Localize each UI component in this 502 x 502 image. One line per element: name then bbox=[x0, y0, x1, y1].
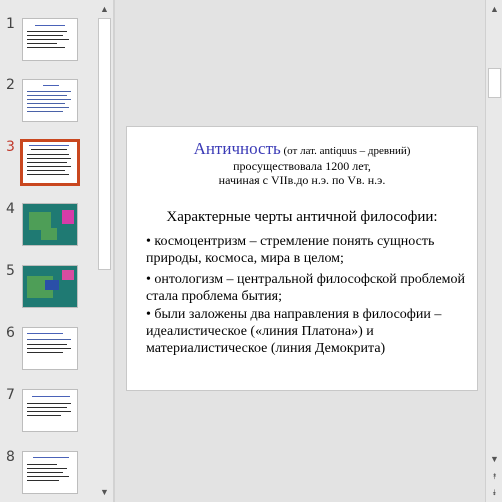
slide-editing-canvas: Античность (от лат. antiquus – древний) … bbox=[115, 0, 485, 502]
thumbnail-row-6[interactable]: 6 bbox=[0, 325, 96, 381]
bullet-item: • космоцентризм – стремление понять сущн… bbox=[146, 234, 435, 266]
slide-thumbnail-2[interactable] bbox=[22, 79, 78, 122]
thumbnail-number: 8 bbox=[6, 449, 15, 465]
slide[interactable]: Античность (от лат. antiquus – древний) … bbox=[126, 126, 478, 391]
slide-thumbnail-7[interactable] bbox=[22, 389, 78, 432]
thumbnail-row-4[interactable]: 4 bbox=[0, 201, 96, 257]
canvas-scrollbar[interactable]: ▲ ▼ ⯭ ⯯ bbox=[485, 0, 502, 502]
thumbnail-scrollbar[interactable]: ▲ ▼ bbox=[96, 0, 113, 502]
slide-thumbnail-5[interactable] bbox=[22, 265, 78, 308]
thumbnail-number: 2 bbox=[6, 77, 15, 93]
slide-thumbnail-pane: 1 2 3 4 5 6 7 8 bbox=[0, 0, 96, 502]
slide-thumbnail-6[interactable] bbox=[22, 327, 78, 370]
thumbnail-number: 3 bbox=[6, 139, 15, 155]
thumbnail-row-7[interactable]: 7 bbox=[0, 387, 96, 443]
subtitle-line-1: просуществовала 1200 лет, bbox=[233, 159, 371, 173]
thumbnail-number: 7 bbox=[6, 387, 15, 403]
thumbnail-row-1[interactable]: 1 bbox=[0, 16, 96, 72]
thumbnail-number: 4 bbox=[6, 201, 15, 217]
bullet-item: • онтологизм – центральной философской п… bbox=[146, 272, 466, 304]
scrollbar-thumb[interactable] bbox=[488, 68, 501, 98]
slide-thumbnail-8[interactable] bbox=[22, 451, 78, 494]
bullet-item: • были заложены два направления в филосо… bbox=[146, 307, 442, 356]
scroll-down-icon[interactable]: ▼ bbox=[98, 486, 111, 499]
scrollbar-thumb[interactable] bbox=[98, 18, 111, 270]
slide-thumbnail-4[interactable] bbox=[22, 203, 78, 246]
slide-thumbnail-3[interactable] bbox=[20, 139, 80, 186]
previous-slide-icon[interactable]: ⯭ bbox=[488, 470, 501, 483]
subtitle-line-2: начиная с VIIв.до н.э. по Vв. н.э. bbox=[218, 173, 386, 187]
thumbnail-number: 5 bbox=[6, 263, 15, 279]
scroll-up-icon[interactable]: ▲ bbox=[488, 3, 501, 16]
scroll-down-icon[interactable]: ▼ bbox=[488, 453, 501, 466]
thumbnail-number: 6 bbox=[6, 325, 15, 341]
thumbnail-row-2[interactable]: 2 bbox=[0, 77, 96, 133]
thumbnail-number: 1 bbox=[6, 16, 15, 32]
slide-title[interactable]: Античность (от лат. antiquus – древний) bbox=[127, 139, 477, 159]
slide-thumbnail-1[interactable] bbox=[22, 18, 78, 61]
traits-heading: Характерные черты античной философии: bbox=[166, 209, 438, 225]
title-keyword: Античность bbox=[193, 139, 281, 158]
title-etymology: (от лат. antiquus – древний) bbox=[280, 145, 411, 157]
thumbnail-row-5[interactable]: 5 bbox=[0, 263, 96, 319]
thumbnail-row-8[interactable]: 8 bbox=[0, 449, 96, 502]
next-slide-icon[interactable]: ⯯ bbox=[488, 486, 501, 499]
thumbnail-row-3[interactable]: 3 bbox=[0, 139, 96, 195]
scroll-up-icon[interactable]: ▲ bbox=[98, 3, 111, 16]
